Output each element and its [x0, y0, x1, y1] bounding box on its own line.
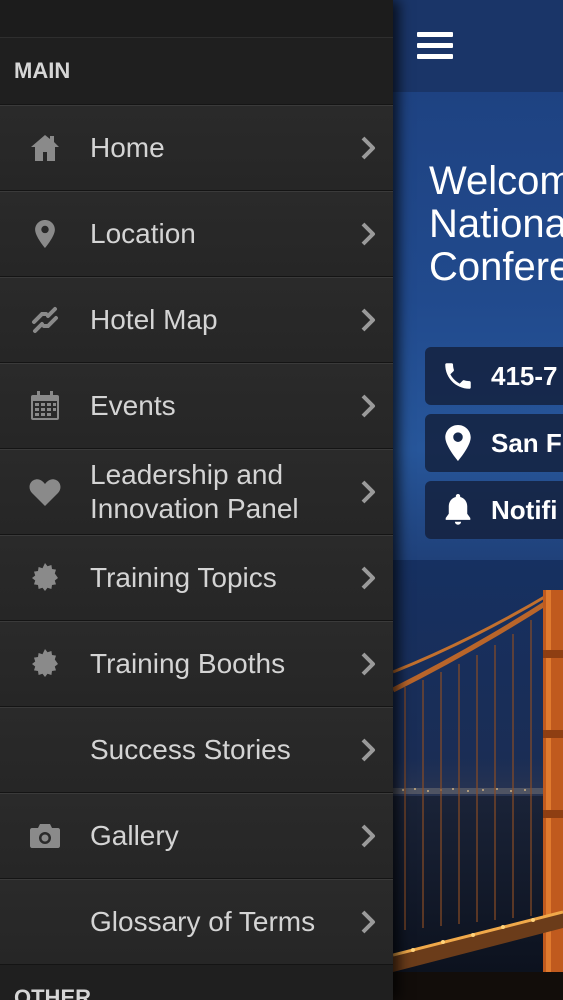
chevron-right-icon — [343, 308, 393, 332]
bell-icon — [425, 494, 491, 526]
sidebar-item-label: Events — [90, 390, 176, 421]
home-icon — [0, 134, 90, 162]
heart-icon — [0, 478, 90, 506]
top-bar — [393, 0, 563, 92]
link-icon — [0, 306, 90, 334]
sidebar-item-label: Training Topics — [90, 562, 277, 593]
sidebar-item-label: Location — [90, 218, 196, 249]
chevron-right-icon — [343, 738, 393, 762]
menu-toggle-icon[interactable] — [417, 32, 453, 62]
map-pin-icon — [0, 220, 90, 248]
chevron-right-icon — [343, 910, 393, 934]
sidebar-item-label: Home — [90, 132, 165, 163]
chevron-right-icon — [343, 222, 393, 246]
sidebar-item-leadership-panel[interactable]: Leadership and Innovation Panel — [0, 449, 393, 535]
golden-gate-image — [393, 560, 563, 1000]
chevron-right-icon — [343, 394, 393, 418]
sidebar-item-label: Gallery — [90, 820, 179, 851]
chevron-right-icon — [343, 136, 393, 160]
sidebar-item-label: Success Stories — [90, 734, 291, 765]
chevron-right-icon — [343, 652, 393, 676]
section-header-main: MAIN — [0, 38, 393, 105]
sidebar-item-label: Glossary of Terms — [90, 906, 316, 937]
sidebar-item-label: Leadership and Innovation Panel — [90, 459, 299, 524]
sidebar-item-location[interactable]: Location — [0, 191, 393, 277]
sidebar-item-training-topics[interactable]: Training Topics — [0, 535, 393, 621]
chevron-right-icon — [343, 824, 393, 848]
sidebar-item-hotel-map[interactable]: Hotel Map — [0, 277, 393, 363]
welcome-line-2: National — [429, 202, 563, 246]
status-strip — [0, 0, 393, 38]
welcome-line-1: Welcome to the — [429, 159, 563, 203]
badge-icon — [0, 562, 90, 594]
map-pin-icon — [425, 425, 491, 461]
camera-icon — [0, 823, 90, 849]
notifications-text: Notifi — [491, 494, 558, 525]
calendar-icon — [0, 391, 90, 421]
main-content: Welcome to the National Conference 415-7… — [393, 0, 563, 1000]
section-header-other: OTHER — [0, 965, 393, 1000]
welcome-heading: Welcome to the National Conference — [429, 160, 563, 289]
sidebar-item-home[interactable]: Home — [0, 105, 393, 191]
badge-icon — [0, 648, 90, 680]
sidebar-item-label: Training Booths — [90, 648, 286, 679]
phone-number: 415-7 — [491, 360, 558, 391]
phone-icon — [425, 359, 491, 393]
sidebar-item-training-booths[interactable]: Training Booths — [0, 621, 393, 707]
sidebar-item-glossary[interactable]: Glossary of Terms — [0, 879, 393, 965]
welcome-line-3: Conference — [429, 245, 563, 289]
location-text: San F — [491, 427, 562, 458]
sidebar-item-gallery[interactable]: Gallery — [0, 793, 393, 879]
notifications-button[interactable]: Notifi — [425, 481, 563, 539]
sidebar-item-events[interactable]: Events — [0, 363, 393, 449]
location-button[interactable]: San F — [425, 414, 563, 472]
chevron-right-icon — [343, 480, 393, 504]
sidebar-item-success-stories[interactable]: Success Stories — [0, 707, 393, 793]
chevron-right-icon — [343, 566, 393, 590]
sidebar-item-label: Hotel Map — [90, 304, 218, 335]
side-drawer: MAIN Home Location Hotel Map Events Lead… — [0, 0, 393, 1000]
phone-button[interactable]: 415-7 — [425, 347, 563, 405]
